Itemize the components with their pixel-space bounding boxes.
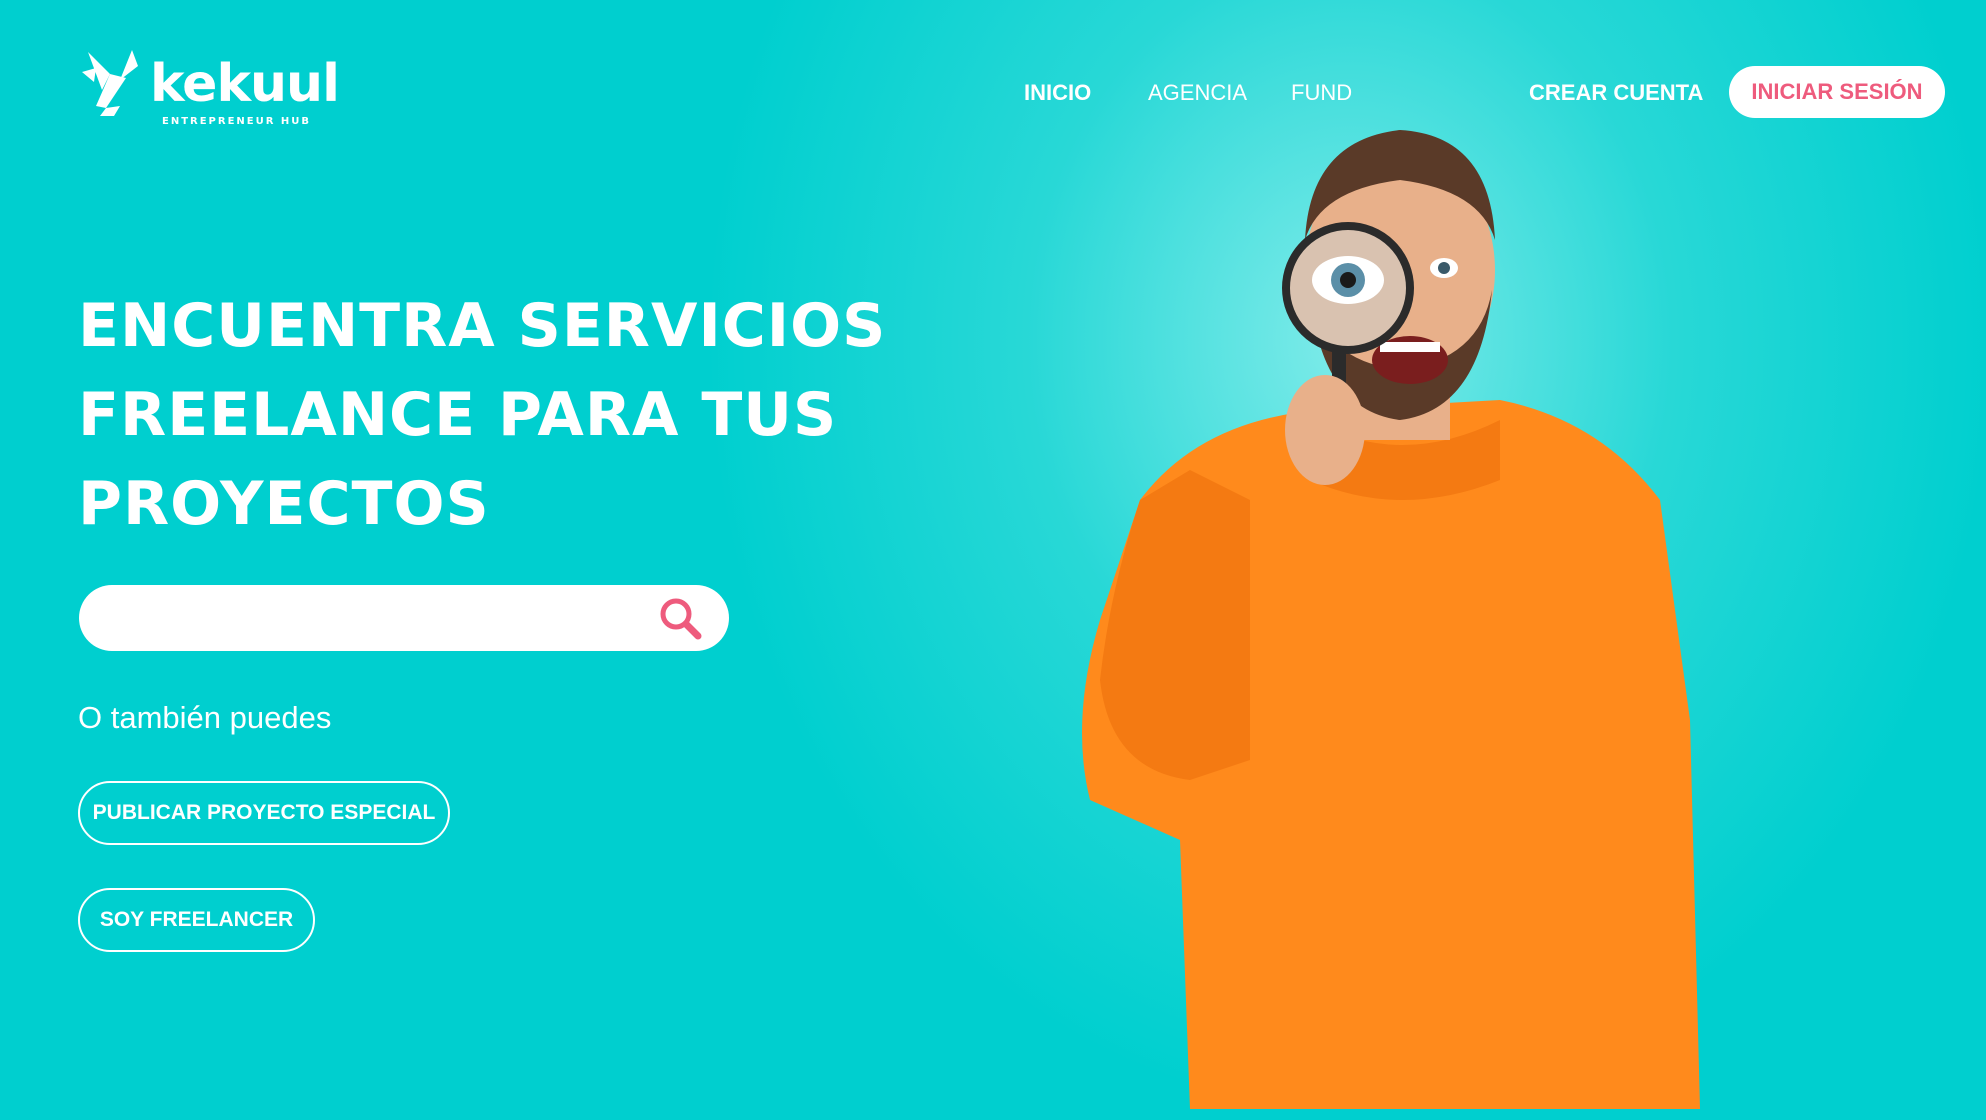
freelancer-button[interactable]: SOY FREELANCER xyxy=(78,888,315,952)
publish-project-button[interactable]: PUBLICAR PROYECTO ESPECIAL xyxy=(78,781,450,845)
search-bar xyxy=(79,585,729,651)
hero-title-line-2: FREELANCE PARA TUS xyxy=(78,380,838,450)
search-input[interactable] xyxy=(107,595,651,643)
alternative-options-text: O también puedes xyxy=(78,700,332,735)
nav-item-inicio[interactable]: INICIO xyxy=(1024,80,1091,106)
brand-logo[interactable]: kekuul ENTREPRENEUR HUB xyxy=(80,46,340,136)
brand-tagline: ENTREPRENEUR HUB xyxy=(162,116,312,127)
nav-item-agencia[interactable]: AGENCIA xyxy=(1148,80,1247,106)
create-account-link[interactable]: CREAR CUENTA xyxy=(1529,80,1703,106)
brand-name: kekuul xyxy=(150,54,340,114)
hero-title-line-1: ENCUENTRA SERVICIOS xyxy=(78,291,887,361)
search-icon[interactable] xyxy=(657,595,705,643)
hero-title-line-3: PROYECTOS xyxy=(78,469,490,539)
bird-logo-icon xyxy=(82,50,138,116)
hero-title: ENCUENTRA SERVICIOS FREELANCE PARA TUS P… xyxy=(78,282,958,549)
login-button[interactable]: INICIAR SESIÓN xyxy=(1729,66,1945,118)
hero-photo-man-magnifying-glass xyxy=(1082,130,1700,1109)
nav-item-fund[interactable]: FUND xyxy=(1291,80,1352,106)
